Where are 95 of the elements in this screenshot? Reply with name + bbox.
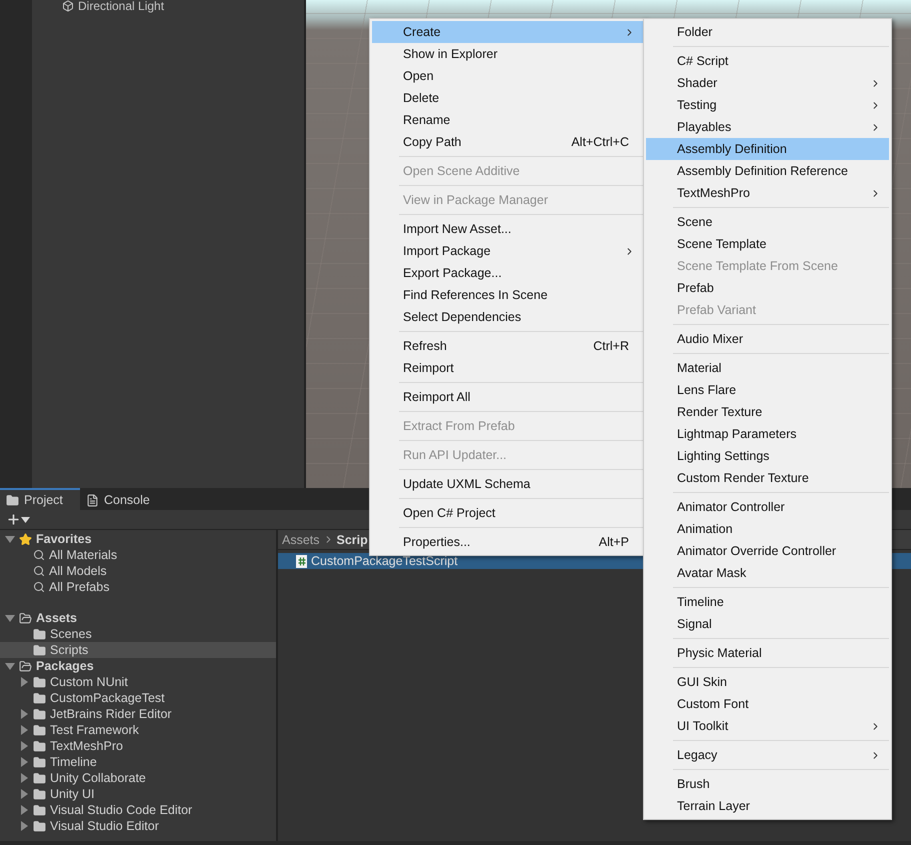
tree-item[interactable]: Favorites [0,531,276,547]
tree-item[interactable]: TextMeshPro [0,738,276,754]
menu-item[interactable]: Brush [646,773,889,795]
menu-item[interactable]: Reimport [372,357,643,379]
menu-item[interactable]: C# Script [646,50,889,72]
search-icon [33,565,45,577]
menu-item[interactable]: Prefab [646,277,889,299]
menu-item[interactable]: Reimport All [372,386,643,408]
menu-item[interactable]: Refresh Ctrl+R [372,335,643,357]
menu-item[interactable]: TextMeshPro [646,182,889,204]
script-file-icon [296,554,307,568]
menu-item[interactable]: GUI Skin [646,671,889,693]
menu-item[interactable]: Properties... Alt+P [372,531,643,553]
tree-item[interactable]: JetBrains Rider Editor [0,706,276,722]
tree-item[interactable]: Timeline [0,754,276,770]
menu-item[interactable]: Material [646,357,889,379]
menu-item[interactable]: Terrain Layer [646,795,889,817]
menu-item[interactable]: Lighting Settings [646,445,889,467]
folder-icon [33,740,46,752]
menu-item[interactable]: Animator Controller [646,496,889,518]
menu-item[interactable]: Playables [646,116,889,138]
menu-item[interactable]: Lens Flare [646,379,889,401]
menu-item[interactable]: Custom Font [646,693,889,715]
folder-icon [33,676,46,688]
menu-item[interactable]: Legacy [646,744,889,766]
star-icon [19,532,32,546]
tree-item[interactable]: Assets [0,610,276,626]
menu-item[interactable]: Folder [646,21,889,43]
folder-icon [33,772,46,784]
menu-item[interactable]: Import Package [372,240,643,262]
menu-item[interactable]: Delete [372,87,643,109]
tree-item[interactable]: Visual Studio Code Editor [0,802,276,818]
menu-item[interactable]: Create [372,21,643,43]
menu-item[interactable]: Select Dependencies [372,306,643,328]
folder-icon [19,660,32,672]
tree-item[interactable]: Test Framework [0,722,276,738]
menu-item[interactable]: Update UXML Schema [372,473,643,495]
expanded-arrow-icon[interactable] [5,662,15,670]
menu-item[interactable]: Copy Path Alt+Ctrl+C [372,131,643,153]
menu-item[interactable]: Open [372,65,643,87]
menu-item[interactable]: Import New Asset... [372,218,643,240]
tree-item[interactable]: Unity Collaborate [0,770,276,786]
menu-item[interactable]: Assembly Definition Reference [646,160,889,182]
menu-item[interactable]: Audio Mixer [646,328,889,350]
tree-item[interactable]: CustomPackageTest [0,690,276,706]
menu-item[interactable]: Rename [372,109,643,131]
panel-tab[interactable]: Project [0,488,80,510]
folder-icon [33,804,46,816]
tree-item[interactable]: Visual Studio Editor [0,818,276,834]
tree-item[interactable]: All Prefabs [0,579,276,595]
menu-item[interactable]: Timeline [646,591,889,613]
folder-icon [33,708,46,720]
tree-item[interactable]: Scripts [0,642,276,658]
menu-item[interactable]: Scene [646,211,889,233]
folder-icon [33,644,46,656]
tree-item[interactable]: Unity UI [0,786,276,802]
folder-icon [33,820,46,832]
breadcrumb-item[interactable]: Assets [282,532,320,546]
menu-item[interactable]: Signal [646,613,889,635]
add-button[interactable] [6,512,30,527]
tree-item[interactable]: All Materials [0,547,276,563]
folder-icon [33,692,46,704]
folder-icon [33,788,46,800]
menu-item[interactable]: UI Toolkit [646,715,889,737]
folder-icon [19,612,32,624]
list-icon [86,494,99,506]
tree-item[interactable]: Scenes [0,626,276,642]
menu-item[interactable]: Scene Template [646,233,889,255]
menu-item[interactable]: Lightmap Parameters [646,423,889,445]
menu-item[interactable]: Show in Explorer [372,43,643,65]
menu-item[interactable]: Assembly Definition [646,138,889,160]
folder-icon [33,724,46,736]
menu-item[interactable]: Custom Render Texture [646,467,889,489]
folder-icon [6,494,19,506]
folder-icon [33,628,46,640]
tree-item[interactable]: Packages [0,658,276,674]
tree-item[interactable]: Custom NUnit [0,674,276,690]
expanded-arrow-icon[interactable] [5,614,15,622]
menu-item[interactable]: Render Texture [646,401,889,423]
caret-icon [21,516,30,522]
menu-item[interactable]: Find References In Scene [372,284,643,306]
search-icon [33,581,45,593]
hierarchy-item[interactable]: Directional Light [78,0,164,12]
cube-icon [62,0,74,12]
breadcrumb-item[interactable]: Scrip [336,532,368,546]
menu-item[interactable]: Export Package... [372,262,643,284]
menu-item[interactable]: Animation [646,518,889,540]
menu-item[interactable]: Open C# Project [372,502,643,524]
folder-icon [33,756,46,768]
menu-item[interactable]: Testing [646,94,889,116]
search-icon [33,549,45,561]
tree-item[interactable]: All Models [0,563,276,579]
plus-icon [6,512,21,527]
menu-item[interactable]: Physic Material [646,642,889,664]
menu-item[interactable]: Shader [646,72,889,94]
